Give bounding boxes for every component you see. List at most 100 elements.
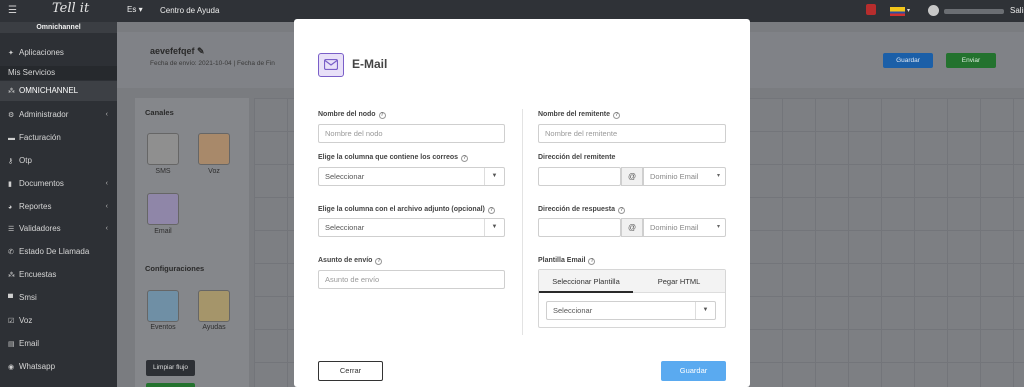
sidebar-item-whatsapp[interactable]: ◉ Whatsapp — [0, 357, 117, 377]
language-selector[interactable]: Es ▾ — [127, 5, 143, 14]
sidebar-header: Omnichannel — [0, 22, 117, 33]
reply-domain-select[interactable]: Dominio Email ▾ — [643, 218, 726, 237]
puzzle-icon: ✦ — [8, 50, 14, 57]
comments-icon: ◉ — [8, 364, 15, 371]
user-name-redacted — [944, 9, 1004, 14]
voice-channel-label: Voz — [208, 168, 220, 175]
tab-paste-html[interactable]: Pegar HTML — [633, 270, 725, 293]
caret-down-icon: ▼ — [695, 302, 715, 319]
gears-icon: ⚙ — [8, 112, 15, 119]
column-divider — [522, 109, 523, 335]
sidebar-item-facturacion[interactable]: ▬ Facturación — [0, 128, 117, 148]
campaign-name: aevefefqef ✎ — [150, 46, 205, 56]
sidebar-item-email[interactable]: ▤ Email — [0, 334, 117, 354]
email-channel-tile[interactable] — [147, 193, 179, 225]
check-square-icon: ☑ — [8, 318, 15, 325]
sender-name-input[interactable]: Nombre del remitente — [538, 124, 726, 143]
sender-name-label: Nombre del remitente? — [538, 111, 620, 119]
help-icon[interactable]: ? — [618, 207, 626, 214]
sender-user-input[interactable] — [538, 167, 621, 186]
list-icon: ☰ — [8, 226, 15, 233]
chevron-left-icon: ‹ — [105, 203, 108, 210]
save-button[interactable]: Guardar — [661, 361, 726, 381]
sitemap-icon: ⁂ — [8, 88, 15, 95]
sidebar-item-voz[interactable]: ☑ Voz — [0, 311, 117, 331]
help-icon[interactable]: ? — [375, 258, 383, 265]
sidebar-item-validadores[interactable]: ☰ Validadores ‹ — [0, 219, 117, 239]
notification-icon[interactable] — [866, 4, 876, 15]
template-tabs: Seleccionar Plantilla Pegar HTML — [539, 270, 725, 293]
modal-title: E-Mail — [352, 57, 388, 71]
sidebar-item-otp[interactable]: ⚷ Otp — [0, 151, 117, 171]
email-node-modal: E-Mail Nombre del nodo? Nombre del nodo … — [294, 19, 750, 387]
chevron-left-icon: ‹ — [105, 225, 108, 232]
sidebar-item-omnichannel[interactable]: ⁂ OMNICHANNEL — [0, 81, 117, 101]
help-icon[interactable]: ? — [461, 155, 469, 162]
sidebar-item-estado-de-llamada[interactable]: ✆ Estado De Llamada — [0, 242, 117, 262]
sidebar: Omnichannel ✦ Aplicaciones Mis Servicios … — [0, 22, 117, 387]
campaign-meta: Fecha de envío: 2021-10-04 | Fecha de Fi… — [150, 60, 275, 67]
attachment-column-select[interactable]: Seleccionar ▼ — [318, 218, 505, 237]
sidebar-item-encuestas[interactable]: ⁂ Encuestas — [0, 265, 117, 285]
help-icon[interactable]: ? — [612, 112, 620, 119]
help-icon[interactable]: ? — [378, 112, 386, 119]
flow-action-button[interactable] — [146, 383, 195, 387]
configs-title: Configuraciones — [145, 264, 205, 273]
help-icon[interactable]: ? — [588, 258, 596, 265]
logout-link[interactable]: Salir — [1010, 6, 1024, 15]
subject-input[interactable]: Asunto de envío — [318, 270, 505, 289]
help-config-tile[interactable] — [198, 290, 230, 322]
voice-channel-tile[interactable] — [198, 133, 230, 165]
sidebar-item-smsi[interactable]: ▀ Smsi — [0, 288, 117, 308]
attachment-column-label: Elige la columna con el archivo adjunto … — [318, 206, 495, 214]
sidebar-item-mis-servicios[interactable]: Mis Servicios — [0, 66, 117, 80]
chevron-down-icon: ▾ — [716, 173, 720, 179]
country-flag-icon[interactable] — [890, 7, 905, 16]
email-column-select[interactable]: Seleccionar ▼ — [318, 167, 505, 186]
email-column-label: Elige la columna que contiene los correo… — [318, 154, 469, 162]
template-label: Plantilla Email? — [538, 257, 596, 265]
key-icon: ⚷ — [8, 158, 14, 165]
help-center-link[interactable]: Centro de Ayuda — [160, 6, 219, 15]
tab-select-template[interactable]: Seleccionar Plantilla — [539, 270, 633, 293]
template-select[interactable]: Seleccionar ▼ — [546, 301, 716, 320]
page-send-button[interactable]: Enviar — [946, 53, 996, 68]
pie-icon: ◕ — [8, 204, 13, 211]
at-symbol: @ — [621, 218, 643, 237]
reply-user-input[interactable] — [538, 218, 621, 237]
sidebar-item-reportes[interactable]: ◕ Reportes ‹ — [0, 197, 117, 217]
node-name-input[interactable]: Nombre del nodo — [318, 124, 505, 143]
comment-icon: ▀ — [8, 295, 13, 302]
app-logo[interactable]: Tell it — [52, 1, 89, 16]
phone-icon: ✆ — [8, 249, 14, 256]
close-button[interactable]: Cerrar — [318, 361, 383, 381]
caret-down-icon: ▼ — [484, 219, 504, 236]
node-name-label: Nombre del nodo? — [318, 111, 386, 119]
sidebar-item-aplicaciones[interactable]: ✦ Aplicaciones — [0, 43, 117, 63]
user-avatar[interactable] — [928, 5, 939, 16]
envelope-icon: ▤ — [8, 341, 15, 348]
events-config-tile[interactable] — [147, 290, 179, 322]
sender-address-label: Dirección del remitente — [538, 154, 616, 161]
help-config-label: Ayudas — [202, 324, 226, 331]
sms-channel-label: SMS — [155, 168, 171, 175]
sender-domain-select[interactable]: Dominio Email ▾ — [643, 167, 726, 186]
chevron-left-icon: ‹ — [105, 111, 108, 118]
page-save-button[interactable]: Guardar — [883, 53, 933, 68]
network-icon: ⁂ — [8, 272, 15, 279]
file-icon: ▮ — [8, 181, 12, 188]
channels-title: Canales — [145, 108, 174, 117]
clear-flow-button[interactable]: Limpiar flujo — [146, 360, 195, 376]
help-icon[interactable]: ? — [487, 207, 495, 214]
chevron-down-icon[interactable]: ▾ — [907, 7, 910, 14]
hamburger-icon[interactable]: ☰ — [8, 5, 17, 16]
email-channel-label: Email — [154, 228, 172, 235]
sidebar-item-administrador[interactable]: ⚙ Administrador ‹ — [0, 105, 117, 125]
envelope-icon — [318, 53, 344, 77]
sms-channel-tile[interactable] — [147, 133, 179, 165]
card-icon: ▬ — [8, 135, 15, 142]
template-box: Seleccionar Plantilla Pegar HTML Selecci… — [538, 269, 726, 328]
chevron-down-icon: ▾ — [716, 224, 720, 230]
chevron-left-icon: ‹ — [105, 180, 108, 187]
sidebar-item-documentos[interactable]: ▮ Documentos ‹ — [0, 174, 117, 194]
